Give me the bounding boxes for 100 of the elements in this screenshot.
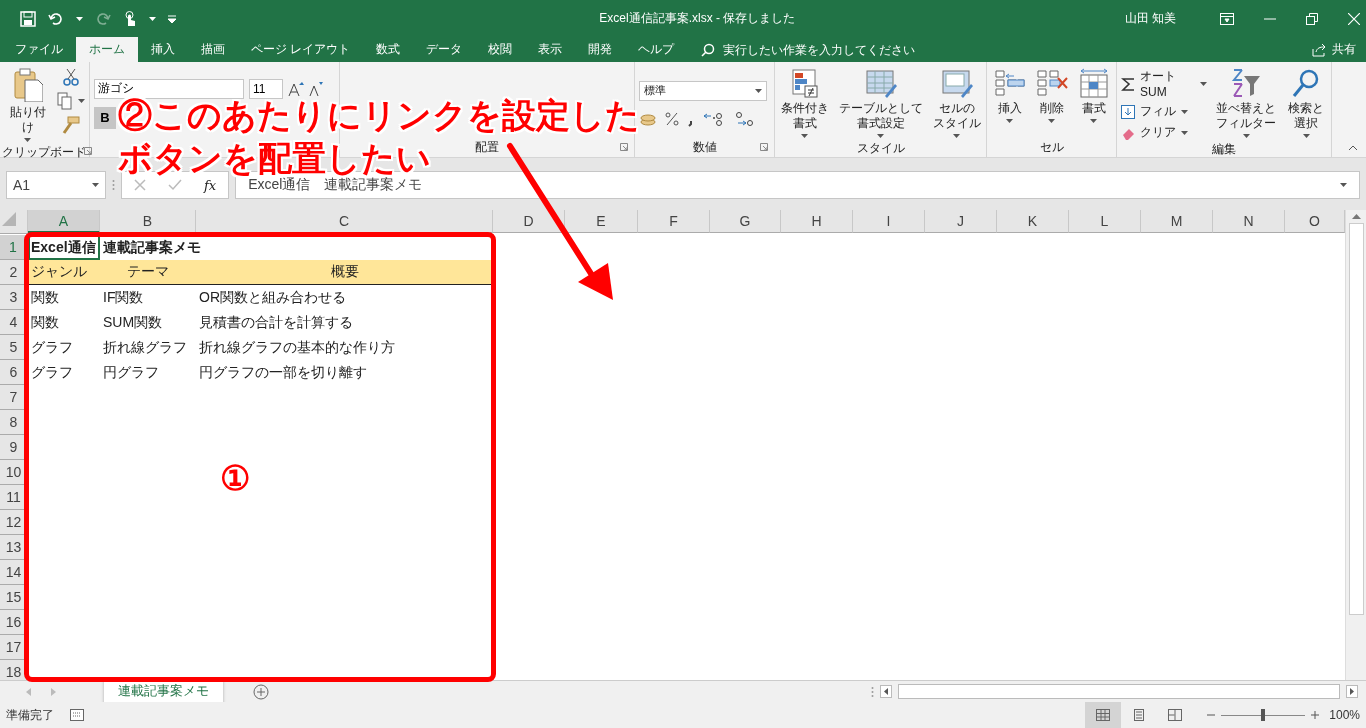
- column-header[interactable]: I: [853, 210, 925, 233]
- column-header[interactable]: D: [493, 210, 565, 233]
- increase-decimal-icon[interactable]: [703, 110, 725, 127]
- caret-icon[interactable]: [149, 16, 156, 21]
- column-header[interactable]: B: [100, 210, 196, 233]
- zoom-in-icon[interactable]: [1311, 711, 1320, 719]
- ribbon-tab[interactable]: 表示: [525, 37, 576, 62]
- search-icon[interactable]: [701, 42, 716, 57]
- customize-icon[interactable]: [168, 14, 176, 23]
- horizontal-scrollbar[interactable]: [898, 684, 1340, 699]
- normal-view-icon[interactable]: [1085, 702, 1122, 728]
- ribbon-tab[interactable]: 挿入: [138, 37, 188, 62]
- scroll-up-icon[interactable]: [1351, 214, 1361, 219]
- caret-icon[interactable]: [1181, 130, 1188, 135]
- add-sheet-icon[interactable]: [253, 683, 269, 700]
- percent-icon[interactable]: [665, 110, 679, 127]
- ribbon-tab[interactable]: データ: [413, 37, 476, 62]
- decrease-decimal-icon[interactable]: [733, 110, 755, 127]
- styles-button[interactable]: 条件付き 書式: [777, 66, 832, 140]
- ribbon-tab[interactable]: 描画: [188, 37, 238, 62]
- name-box[interactable]: A1: [6, 171, 106, 199]
- paste-button[interactable]: 貼り付け: [2, 66, 53, 144]
- ribbon-tab[interactable]: 開発: [575, 37, 626, 62]
- caret-icon[interactable]: [24, 138, 31, 142]
- caret-icon[interactable]: [1302, 134, 1310, 138]
- restore-icon[interactable]: [1306, 12, 1318, 25]
- ribbon-tab[interactable]: ヘルプ: [625, 37, 688, 62]
- column-header[interactable]: F: [638, 210, 710, 233]
- autosum-button[interactable]: オート SUM: [1121, 68, 1207, 99]
- caret-icon[interactable]: [1090, 119, 1097, 123]
- insert-function-button[interactable]: fx: [204, 177, 217, 193]
- ribbon-tab[interactable]: ファイル: [2, 37, 76, 62]
- caret-icon[interactable]: [755, 88, 762, 93]
- caret-icon[interactable]: [92, 183, 99, 187]
- styles-button[interactable]: セルの スタイル: [929, 66, 984, 140]
- ribbon-tab[interactable]: 数式: [363, 37, 414, 62]
- bold-button[interactable]: B: [94, 106, 116, 129]
- fill-button[interactable]: フィル: [1121, 103, 1188, 120]
- font-name-field[interactable]: 游ゴシ: [94, 78, 244, 99]
- column-header[interactable]: O: [1285, 210, 1345, 233]
- column-header[interactable]: C: [196, 210, 493, 233]
- undo-icon[interactable]: [48, 10, 64, 27]
- ribbon-tab[interactable]: ページ レイアウト: [238, 37, 364, 62]
- dialog-launcher-icon[interactable]: [84, 147, 92, 155]
- vertical-scrollbar[interactable]: [1345, 210, 1366, 680]
- caret-icon[interactable]: [877, 134, 884, 138]
- table-cell: 円グラフの一部を切り離す: [199, 363, 367, 382]
- styles-button[interactable]: テーブルとして 書式設定: [835, 66, 926, 140]
- sort-filter-icon: [1230, 68, 1262, 98]
- copy-icon[interactable]: [57, 92, 73, 110]
- ribbon-tab[interactable]: 校閲: [475, 37, 526, 62]
- column-header[interactable]: J: [925, 210, 997, 233]
- share-icon[interactable]: [1312, 42, 1326, 57]
- cells-button[interactable]: 挿入: [990, 66, 1029, 125]
- close-icon[interactable]: [1348, 12, 1360, 25]
- caret-icon[interactable]: [1242, 134, 1250, 138]
- caret-icon[interactable]: [1048, 119, 1055, 123]
- user-name[interactable]: 山田 知美: [1124, 10, 1176, 27]
- macro-record-icon[interactable]: [70, 709, 84, 721]
- clear-button[interactable]: クリア: [1121, 124, 1188, 141]
- cut-icon[interactable]: [62, 68, 80, 86]
- editing-button[interactable]: 検索と 選択: [1285, 66, 1327, 140]
- editing-button[interactable]: 並べ替えと フィルター: [1213, 66, 1279, 140]
- save-icon[interactable]: [20, 10, 36, 27]
- font-size-field[interactable]: 11: [249, 78, 283, 99]
- tell-me-field[interactable]: 実行したい作業を入力してください: [721, 41, 1026, 58]
- column-header[interactable]: M: [1141, 210, 1213, 233]
- caret-icon[interactable]: [953, 134, 960, 138]
- format-painter-icon[interactable]: [62, 116, 80, 134]
- cells-button[interactable]: 書式: [1074, 66, 1113, 125]
- caret-icon[interactable]: [76, 16, 83, 21]
- shrink-font-icon[interactable]: [309, 80, 323, 97]
- scrollbar-thumb[interactable]: [1348, 223, 1364, 615]
- touch-icon[interactable]: [123, 10, 137, 27]
- caret-icon[interactable]: [1181, 109, 1188, 114]
- column-header[interactable]: G: [710, 210, 781, 233]
- caret-icon[interactable]: [1200, 81, 1207, 86]
- zoom-slider-thumb[interactable]: [1261, 709, 1266, 721]
- number-format-dropdown[interactable]: 標準: [639, 80, 767, 101]
- ribbon-tab[interactable]: ホーム: [76, 37, 138, 62]
- column-header[interactable]: L: [1069, 210, 1141, 233]
- dialog-launcher-icon[interactable]: [620, 143, 628, 151]
- caret-icon[interactable]: [1340, 183, 1347, 187]
- scroll-left-icon[interactable]: [880, 685, 892, 698]
- column-header[interactable]: E: [565, 210, 638, 233]
- dialog-launcher-icon[interactable]: [760, 143, 768, 151]
- zoom-level[interactable]: 100%: [1329, 708, 1360, 722]
- column-header[interactable]: A: [28, 210, 100, 233]
- cells-button[interactable]: 削除: [1032, 66, 1071, 125]
- ribbon-display-icon[interactable]: [1220, 12, 1234, 25]
- grow-font-icon[interactable]: [288, 80, 304, 97]
- caret-icon[interactable]: [801, 134, 808, 138]
- caret-icon[interactable]: [1006, 119, 1013, 123]
- share-button[interactable]: 共有: [1332, 41, 1356, 58]
- caret-icon[interactable]: [78, 99, 85, 103]
- column-header[interactable]: N: [1213, 210, 1285, 233]
- column-header[interactable]: K: [997, 210, 1069, 233]
- column-header[interactable]: H: [781, 210, 853, 233]
- collapse-ribbon-icon[interactable]: [1348, 145, 1358, 151]
- scroll-right-icon[interactable]: [1346, 685, 1358, 698]
